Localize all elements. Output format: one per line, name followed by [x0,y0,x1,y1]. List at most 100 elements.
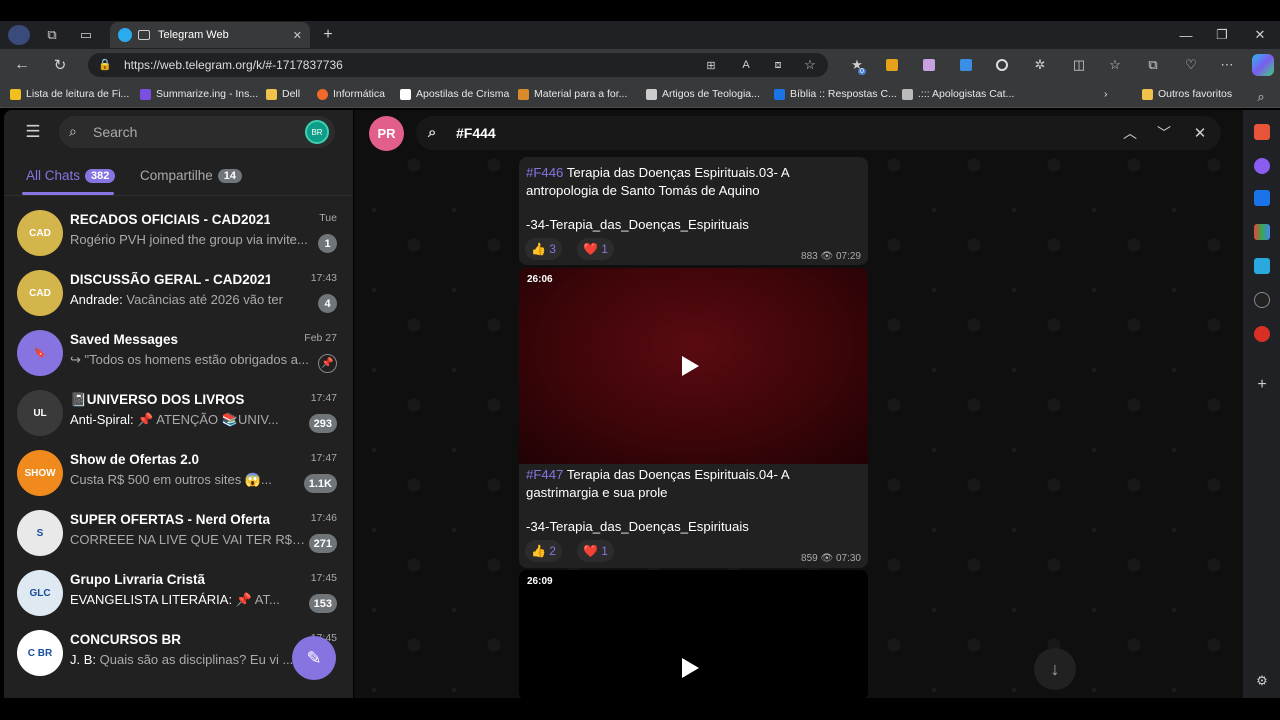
add-sidebar-app-icon[interactable]: + [1253,376,1271,394]
office-icon[interactable] [1254,224,1270,240]
bookmark-4[interactable]: Apostilas de Crisma [400,86,509,102]
views-eye-icon: 👁 [820,251,834,262]
tab-actions-icon[interactable]: ▭ [76,25,96,45]
scroll-down-button[interactable]: ↓ [1034,648,1076,690]
browser-essentials-icon[interactable]: ♡ [1182,56,1200,74]
chat-preview-text: ↪ "Todos os homens estão obrigados a... [70,352,309,367]
chat-avatar[interactable]: PR [369,116,404,151]
bookmark-5[interactable]: Material para a for... [518,86,627,102]
bookmark-3[interactable]: Informática [317,86,385,102]
outlook-icon[interactable] [1254,190,1270,206]
extension-purple-icon[interactable] [923,59,935,71]
chat-list-item[interactable]: UL📓UNIVERSO DOS LIVROS🔇17:47Anti-Spiral:… [4,384,353,444]
message-bubble-video[interactable]: 26:06 #F447 Terapia das Doenças Espiritu… [519,268,868,568]
chat-avatar: UL [17,390,63,436]
video-preview[interactable]: 26:09 [519,570,868,698]
tab-telegram-web[interactable]: Telegram Web ✕ [110,22,310,48]
profile-avatar[interactable] [8,25,30,45]
close-tab-icon[interactable]: ✕ [293,29,302,42]
chevron-down-icon[interactable]: ﹀ [1154,123,1174,143]
back-icon[interactable]: ← [12,55,32,75]
extension-download-icon[interactable] [960,59,972,71]
hashtag-link[interactable]: #F447 [526,467,563,482]
chat-avatar: CAD [17,210,63,256]
bookmarks-more-chevron-icon[interactable]: › [1104,86,1108,102]
chat-list-sidebar: ☰ ⌕ Search BR All Chats 382 Compartilhe 14… [4,110,353,698]
copilot-sidebar-icon[interactable] [1254,158,1270,174]
extension-orange-icon[interactable] [886,59,898,71]
bookmark-0[interactable]: Lista de leitura de Fi... [10,86,129,102]
bookmark-1[interactable]: Summarize.ing - Ins... [140,86,258,102]
chat-preview-sender: EVANGELISTA LITERÁRIA: [70,592,233,607]
close-search-icon[interactable]: ✕ [1190,123,1210,143]
bookmark-other-favorites[interactable]: Outros favoritos [1142,86,1232,102]
bookmark-8[interactable]: .::: Apologistas Cat... [902,86,1014,102]
chat-preview: Rogério PVH joined the group via invite.… [70,232,310,247]
chat-list-item[interactable]: SSUPER OFERTAS - Nerd Ofertas🔇17:46CORRE… [4,504,353,564]
chat-avatar: S [17,510,63,556]
minimize-icon[interactable]: — [1176,25,1196,45]
message-filename: -34-Terapia_das_Doenças_Espirituais [526,217,749,232]
hamburger-menu-icon[interactable]: ☰ [22,122,44,142]
bookmark-6[interactable]: Artigos de Teologia... [646,86,760,102]
shopping-icon[interactable] [1254,124,1270,140]
read-aloud-icon[interactable]: A [738,57,754,73]
video-preview[interactable]: 26:06 [519,268,868,464]
address-bar[interactable]: 🔒 https://web.telegram.org/k/#-171783773… [88,53,828,77]
extension-record-icon[interactable] [996,59,1008,71]
new-message-button[interactable]: ✎ [292,636,336,680]
chat-time: Feb 27 [304,332,337,344]
reaction-heart[interactable]: ❤️ 1 [577,540,614,562]
chat-list-item[interactable]: GLCGrupo Livraria Cristã🔇17:45EVANGELIST… [4,564,353,624]
sidebar-settings-gear-icon[interactable]: ⚙ [1253,672,1271,690]
restore-icon[interactable]: ❐ [1212,25,1232,45]
bookmark-2[interactable]: Dell [266,86,300,102]
extensions-puzzle-icon[interactable]: ✲ [1031,56,1049,74]
copilot-icon[interactable] [1252,54,1274,76]
opera-icon[interactable] [1254,326,1270,342]
workspaces-icon[interactable]: ⧉ [42,25,62,45]
heart-icon: ❤️ [583,242,598,256]
app-available-icon[interactable]: ⊞ [703,57,719,73]
tab-compartilhe[interactable]: Compartilhe 14 [140,168,243,183]
reaction-like[interactable]: 👍 2 [525,540,562,562]
pencil-icon: ✎ [306,647,322,668]
sidebar-search-icon[interactable]: ⌕ [1252,88,1270,106]
play-icon[interactable] [682,356,699,376]
chat-list-item[interactable]: 🔖Saved Messages🔇Feb 27↪ "Todos os homens… [4,324,353,384]
refresh-icon[interactable]: ↻ [50,55,70,75]
split-screen-icon[interactable]: ◫ [1070,56,1088,74]
close-window-icon[interactable]: ✕ [1250,25,1270,45]
chat-list-item[interactable]: SHOWShow de Ofertas 2.0🔇17:47Custa R$ 50… [4,444,353,504]
account-avatar[interactable]: BR [305,120,329,144]
message-bubble-video[interactable]: 26:09 [519,570,868,698]
chat-list-item[interactable]: CADRECADOS OFICIAIS - CAD2021🔇TueRogério… [4,204,353,264]
chevron-up-icon[interactable]: ︿ [1120,123,1140,143]
message-bubble[interactable]: #F446 Terapia das Doenças Espirituais.03… [519,157,868,265]
unread-badge: 1 [318,234,337,253]
favorite-star-icon[interactable]: ☆ [802,57,818,73]
chat-list-item[interactable]: CADDISCUSSÃO GERAL - CAD2021🔇17:43Andrad… [4,264,353,324]
reaction-heart[interactable]: ❤️ 1 [577,238,614,260]
chat-search-input[interactable]: ⌕ #F444 [416,116,1221,150]
page-tools-icon[interactable]: ⧈ [770,57,786,73]
chat-avatar: GLC [17,570,63,616]
play-icon[interactable] [682,658,699,678]
chat-list: CADRECADOS OFICIAIS - CAD2021🔇TueRogério… [4,204,353,698]
reaction-like[interactable]: 👍 3 [525,238,562,260]
tab-all-chats[interactable]: All Chats 382 [26,168,116,183]
chatgpt-icon[interactable] [1254,292,1270,308]
bookmark-7[interactable]: Bíblia :: Respostas C... [774,86,897,102]
hashtag-link[interactable]: #F446 [526,165,563,180]
chat-avatar: SHOW [17,450,63,496]
settings-more-icon[interactable]: ⋯ [1218,56,1236,74]
favorites-icon[interactable]: ☆ [1106,56,1124,74]
chat-preview-text: Custa R$ 500 em outros sites 😱... [70,472,272,487]
browser-collections-icon[interactable]: ⧉ [1144,56,1162,74]
chat-search-query: #F444 [456,125,496,141]
views-eye-icon: 👁 [820,553,834,564]
chat-preview-text: Vacâncias até 2026 vão ter [122,292,283,307]
new-tab-icon[interactable]: + [318,25,338,45]
app-icon[interactable] [1254,258,1270,274]
search-input[interactable]: ⌕ Search BR [59,116,335,148]
